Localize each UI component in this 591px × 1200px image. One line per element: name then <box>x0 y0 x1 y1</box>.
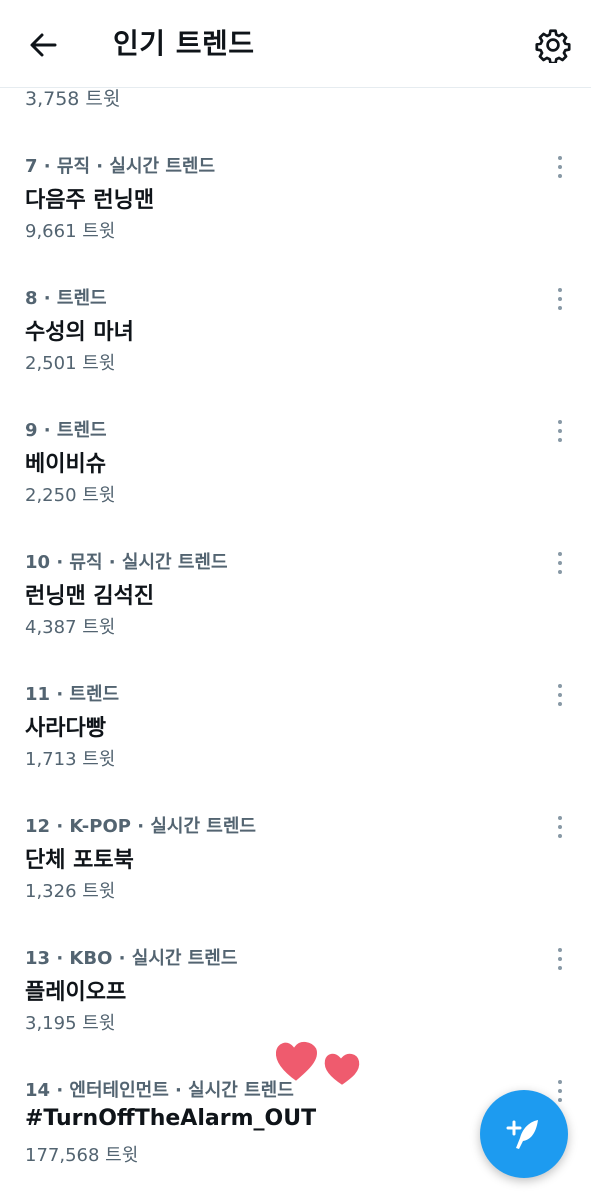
trend-context: 14 · 엔터테인먼트 · 실시간 트렌드 <box>25 1080 294 1101</box>
trend-count: 3,758 트윗 <box>25 88 121 110</box>
trend-context: 12 · K-POP · 실시간 트렌드 <box>25 816 256 837</box>
compose-feather-icon <box>506 1120 538 1149</box>
trend-count: 3,195 트윗 <box>25 1013 116 1034</box>
more-vertical-icon[interactable] <box>548 286 572 312</box>
trend-count: 177,568 트윗 <box>25 1145 139 1166</box>
trend-count: 1,713 트윗 <box>25 749 116 770</box>
trend-title: 수성의 마녀 <box>25 320 134 345</box>
trend-context: 11 · 트렌드 <box>25 684 120 705</box>
trend-context: 7 · 뮤직 · 실시간 트렌드 <box>25 156 216 177</box>
trend-count: 9,661 트윗 <box>25 221 116 242</box>
more-vertical-icon[interactable] <box>548 682 572 708</box>
trend-title: 플레이오프 <box>25 980 127 1005</box>
trend-title: 런닝맨 김석진 <box>25 584 155 609</box>
trend-context: 10 · 뮤직 · 실시간 트렌드 <box>25 552 228 573</box>
trend-item[interactable]: 12 · K-POP · 실시간 트렌드 단체 포토북 1,326 트윗 <box>0 780 591 912</box>
more-vertical-icon[interactable] <box>548 418 572 444</box>
hearts-sticker-icon <box>273 1040 362 1088</box>
more-vertical-icon[interactable] <box>548 946 572 972</box>
arrow-left-icon <box>30 33 57 57</box>
settings-button[interactable] <box>530 22 576 68</box>
trends-screen: 인기 트렌드 3,758 트윗 7 · 뮤직 · 실시간 트렌드 다음주 런닝맨… <box>0 0 591 1200</box>
trend-title: 단체 포토북 <box>25 848 134 873</box>
trend-count: 2,250 트윗 <box>25 485 116 506</box>
trend-context: 9 · 트렌드 <box>25 420 107 441</box>
trend-context: 13 · KBO · 실시간 트렌드 <box>25 948 238 969</box>
trend-context: 8 · 트렌드 <box>25 288 107 309</box>
top-app-bar: 인기 트렌드 <box>0 0 591 88</box>
trend-item[interactable]: 10 · 뮤직 · 실시간 트렌드 런닝맨 김석진 4,387 트윗 <box>0 516 591 648</box>
gear-icon <box>535 29 571 63</box>
trend-title: #TurnOffTheAlarm_OUT <box>25 1106 317 1131</box>
trend-count: 2,501 트윗 <box>25 353 116 374</box>
page-title: 인기 트렌드 <box>113 27 255 60</box>
compose-button[interactable] <box>480 1090 568 1178</box>
back-button[interactable] <box>22 24 64 66</box>
trend-item[interactable]: 8 · 트렌드 수성의 마녀 2,501 트윗 <box>0 252 591 384</box>
trend-count: 1,326 트윗 <box>25 881 116 902</box>
trend-item[interactable]: 11 · 트렌드 사라다빵 1,713 트윗 <box>0 648 591 780</box>
more-vertical-icon[interactable] <box>548 154 572 180</box>
trend-title: 사라다빵 <box>25 716 106 741</box>
trend-title: 다음주 런닝맨 <box>25 188 155 213</box>
trend-item[interactable]: 13 · KBO · 실시간 트렌드 플레이오프 3,195 트윗 <box>0 912 591 1044</box>
trend-item[interactable]: 9 · 트렌드 베이비슈 2,250 트윗 <box>0 384 591 516</box>
more-vertical-icon[interactable] <box>548 550 572 576</box>
trend-count: 4,387 트윗 <box>25 617 116 638</box>
more-vertical-icon[interactable] <box>548 814 572 840</box>
trend-title: 베이비슈 <box>25 452 106 477</box>
trend-item[interactable]: 7 · 뮤직 · 실시간 트렌드 다음주 런닝맨 9,661 트윗 <box>0 120 591 252</box>
